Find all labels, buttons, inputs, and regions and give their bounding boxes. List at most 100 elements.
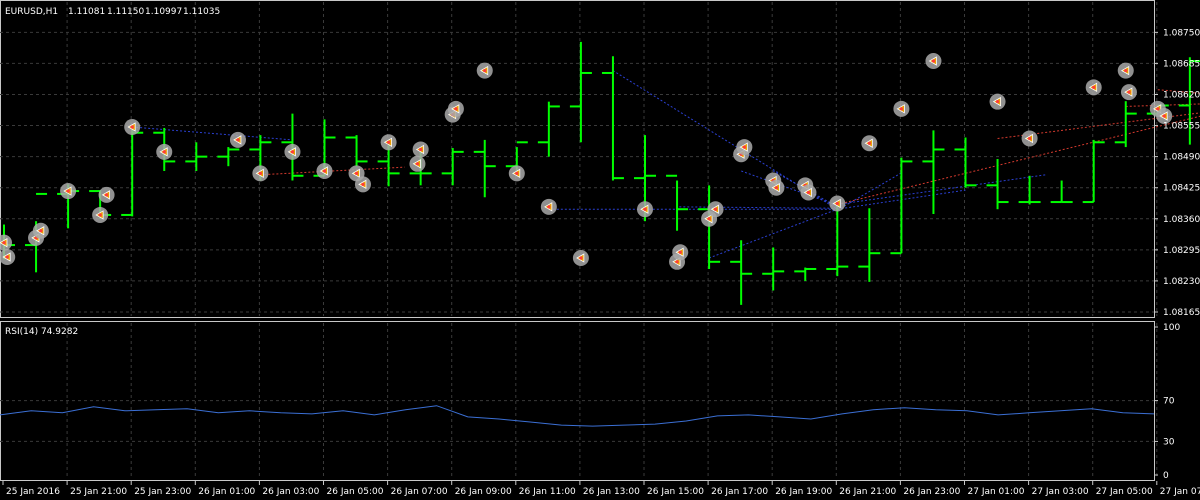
time-tick-label: 26 Jan 05:00 — [327, 487, 384, 497]
trade-marker-icon — [508, 165, 525, 182]
trade-marker-icon — [1120, 84, 1137, 101]
trade-marker-icon — [637, 201, 653, 218]
trade-marker-icon — [540, 198, 557, 215]
trade-marker-dot — [322, 169, 327, 173]
ohlc-high: 1.11150 — [107, 7, 144, 17]
trade-marker-dot — [806, 190, 811, 195]
trade-marker-dot — [162, 150, 166, 154]
trade-marker-dot — [1028, 136, 1032, 141]
rsi-tick-label: 30 — [1163, 437, 1175, 447]
trade-marker-dot — [1124, 68, 1128, 73]
trade-marker-icon — [707, 201, 724, 218]
rsi-title: RSI(14) 74.9282 — [5, 327, 78, 337]
trade-marker-icon — [925, 53, 942, 70]
trade-marker-icon — [989, 93, 1006, 110]
rsi-tick-label: 100 — [1163, 323, 1180, 333]
ohlc-open: 1.11081 — [68, 7, 105, 17]
time-tick-label: 25 Jan 2016 — [6, 487, 60, 497]
price-tick-label: 1.08490 — [1163, 153, 1200, 163]
trade-marker-icon — [284, 143, 301, 160]
trade-marker-icon — [736, 139, 753, 156]
trade-marker-icon — [412, 141, 429, 158]
price-tick-label: 1.08685 — [1163, 59, 1200, 69]
trade-marker-dot — [835, 201, 839, 206]
trade-marker-dot — [98, 213, 102, 217]
trade-marker-dot — [66, 189, 70, 193]
time-tick-label: 27 Jan 01:00 — [968, 487, 1025, 497]
trade-marker-dot — [995, 100, 1000, 104]
trade-marker-dot — [1092, 85, 1096, 89]
trade-marker-icon — [768, 179, 785, 196]
trade-marker-dot — [707, 217, 711, 221]
trade-marker-icon — [124, 118, 141, 135]
trade-marker-icon — [1117, 62, 1134, 79]
rsi-tick-label: 70 — [1163, 397, 1175, 407]
trade-marker-icon — [672, 244, 689, 261]
time-tick-label: 25 Jan 23:00 — [134, 487, 191, 497]
trade-marker-icon — [1021, 130, 1038, 147]
time-tick-label: 27 Jan 07:00 — [1160, 487, 1200, 497]
trade-marker-dot — [931, 59, 936, 63]
time-tick-label: 26 Jan 23:00 — [903, 487, 960, 497]
trade-marker-dot — [643, 207, 647, 211]
trade-marker-dot — [415, 162, 420, 166]
chart-root: EURUSD,H1 1.11081 1.11150 1.10997 1.1103… — [0, 0, 1200, 500]
time-tick-label: 26 Jan 07:00 — [391, 487, 448, 497]
price-tick-label: 1.08555 — [1163, 122, 1200, 132]
trade-marker-dot — [678, 250, 682, 254]
trade-marker-icon — [476, 62, 493, 79]
trade-marker-dot — [39, 229, 43, 233]
trade-marker-icon — [572, 249, 589, 266]
trade-marker-icon — [893, 100, 910, 117]
trade-marker-icon — [380, 134, 397, 151]
trade-marker-icon — [800, 184, 817, 201]
trade-marker-icon — [32, 222, 49, 239]
trade-marker-icon — [92, 206, 109, 223]
price-tick-label: 1.08750 — [1163, 28, 1200, 38]
ohlc-low: 1.10997 — [145, 7, 182, 17]
trade-marker-icon — [252, 165, 269, 182]
price-tick-label: 1.08165 — [1163, 308, 1200, 318]
trade-marker-dot — [361, 182, 365, 186]
time-tick-label: 27 Jan 05:00 — [1096, 487, 1153, 497]
price-tick-label: 1.08360 — [1163, 215, 1200, 225]
trade-marker-icon — [861, 135, 878, 152]
trade-marker-icon — [98, 186, 115, 203]
ohlc-close: 1.11035 — [183, 7, 220, 17]
trade-marker-dot — [899, 107, 904, 111]
trade-marker-dot — [713, 207, 718, 211]
trade-marker-dot — [1162, 114, 1166, 118]
trade-marker-dot — [579, 256, 583, 260]
time-tick-label: 25 Jan 21:00 — [70, 487, 127, 497]
time-tick-label: 26 Jan 03:00 — [262, 487, 319, 497]
trade-marker-dot — [515, 171, 519, 175]
price-tick-label: 1.08620 — [1163, 90, 1200, 100]
trade-marker-dot — [236, 138, 240, 142]
time-tick-label: 26 Jan 19:00 — [775, 487, 832, 497]
trade-marker-icon — [316, 162, 333, 179]
trade-marker-icon — [354, 176, 371, 193]
time-tick-label: 26 Jan 21:00 — [839, 487, 896, 497]
time-tick-label: 26 Jan 11:00 — [519, 487, 576, 497]
trade-marker-icon — [60, 183, 77, 200]
trade-marker-dot — [675, 260, 679, 264]
trade-marker-dot — [2, 241, 6, 245]
trade-marker-dot — [867, 141, 871, 145]
trade-marker-dot — [258, 171, 262, 175]
trade-marker-dot — [742, 145, 746, 149]
trade-marker-icon — [229, 131, 246, 148]
chart-title: EURUSD,H1 — [5, 7, 58, 17]
trade-marker-dot — [130, 125, 134, 129]
trade-marker-dot — [774, 186, 779, 190]
trade-marker-dot — [5, 255, 9, 259]
trade-marker-dot — [354, 171, 359, 175]
trade-marker-dot — [454, 107, 458, 111]
trade-marker-dot — [483, 68, 487, 73]
time-tick-label: 26 Jan 13:00 — [583, 487, 640, 497]
trade-marker-icon — [829, 195, 846, 212]
trade-marker-icon — [1085, 79, 1102, 96]
price-tick-label: 1.08295 — [1163, 246, 1200, 256]
trade-marker-dot — [290, 150, 295, 154]
trade-marker-dot — [547, 205, 551, 209]
trade-marker-dot — [1156, 107, 1160, 111]
